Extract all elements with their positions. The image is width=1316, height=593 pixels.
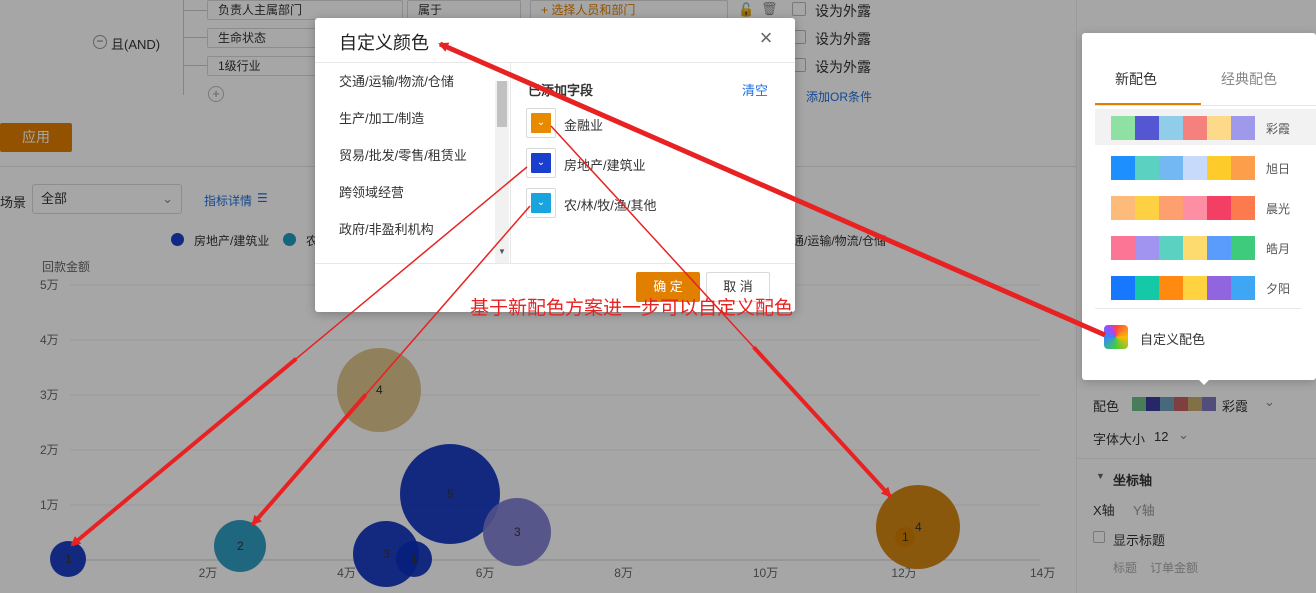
color-swatch <box>1111 116 1135 140</box>
color-swatch <box>1159 196 1183 220</box>
tab-new-colors[interactable]: 新配色 <box>1115 69 1157 89</box>
category-item[interactable]: 政府/非盈利机构 <box>315 211 510 248</box>
category-item[interactable]: 跨领域经营 <box>315 174 510 211</box>
custom-color-label[interactable]: 自定义配色 <box>1140 329 1205 348</box>
scheme-name: 皓月 <box>1266 242 1291 256</box>
color-swatch <box>1135 236 1159 260</box>
color-swatch <box>1159 276 1183 300</box>
tab-classic-colors[interactable]: 经典配色 <box>1221 69 1277 89</box>
color-swatch <box>1135 116 1159 140</box>
annotation-text: 基于新配色方案进一步可以自定义配色 <box>470 298 794 319</box>
category-list: 交通/运输/物流/仓储 生产/加工/制造 贸易/批发/零售/租赁业 跨领域经营 … <box>315 63 510 263</box>
color-swatch <box>1135 156 1159 180</box>
color-swatch <box>1183 116 1207 140</box>
color-swatch <box>1183 276 1207 300</box>
color-swatch <box>1135 196 1159 220</box>
clear-link[interactable]: 清空 <box>742 80 768 99</box>
color-swatch <box>1207 196 1231 220</box>
scheme-swatches <box>1111 236 1255 260</box>
scheme-name: 旭日 <box>1266 162 1291 176</box>
scheme-swatches <box>1111 196 1255 220</box>
field-label: 农/林/牧/渔/其他 <box>564 198 657 213</box>
custom-color-icon[interactable] <box>1104 325 1128 349</box>
color-swatch-button[interactable]: ⌄ <box>526 108 556 138</box>
color-swatch <box>1207 116 1231 140</box>
category-item[interactable]: 交通/运输/物流/仓储 <box>315 63 510 100</box>
tab-divider <box>1095 105 1316 106</box>
color-swatch <box>1231 156 1255 180</box>
scrollbar-thumb[interactable] <box>497 81 507 127</box>
scheme-option[interactable]: 皓月 <box>1095 229 1316 265</box>
scheme-option[interactable]: 旭日 <box>1095 149 1316 185</box>
color-swatch <box>1207 156 1231 180</box>
field-label: 房地产/建筑业 <box>564 158 646 173</box>
color-swatch <box>1111 196 1135 220</box>
scroll-down-icon[interactable]: ▼ <box>498 247 506 256</box>
category-item[interactable]: 贸易/批发/零售/租赁业 <box>315 137 510 174</box>
close-icon[interactable]: × <box>756 27 776 49</box>
color-swatch <box>1207 236 1231 260</box>
color-swatch <box>1231 196 1255 220</box>
color-swatch <box>1183 156 1207 180</box>
color-swatch <box>1231 276 1255 300</box>
scheme-swatches <box>1111 156 1255 180</box>
color-swatch <box>1183 196 1207 220</box>
scheme-swatches <box>1111 276 1255 300</box>
custom-color-dialog: 自定义颜色 × 交通/运输/物流/仓储 生产/加工/制造 贸易/批发/零售/租赁… <box>315 18 795 312</box>
color-scheme-popover: 新配色 经典配色 彩霞 旭日 晨光 皓月 夕阳 自定义配色 <box>1082 33 1316 380</box>
color-swatch <box>1183 236 1207 260</box>
scheme-name: 彩霞 <box>1266 122 1291 136</box>
scheme-name: 夕阳 <box>1266 282 1291 296</box>
chevron-down-icon: ⌄ <box>531 113 551 133</box>
color-swatch <box>1111 156 1135 180</box>
scheme-option[interactable]: 夕阳 <box>1095 269 1316 305</box>
color-swatch-button[interactable]: ⌄ <box>526 188 556 218</box>
scheme-option[interactable]: 晨光 <box>1095 189 1316 225</box>
color-swatch <box>1231 236 1255 260</box>
divider <box>1095 308 1301 309</box>
color-swatch <box>1159 156 1183 180</box>
active-tab-indicator <box>1095 103 1201 105</box>
scheme-swatches <box>1111 116 1255 140</box>
color-swatch <box>1159 236 1183 260</box>
added-fields-title: 已添加字段 <box>528 83 594 98</box>
dialog-title: 自定义颜色 <box>339 33 429 53</box>
scheme-name: 晨光 <box>1266 202 1291 216</box>
color-swatch <box>1207 276 1231 300</box>
popover-arrow <box>1197 378 1211 385</box>
color-swatch <box>1111 276 1135 300</box>
color-swatch <box>1159 116 1183 140</box>
color-swatch <box>1231 116 1255 140</box>
divider <box>510 63 511 263</box>
color-swatch <box>1111 236 1135 260</box>
color-swatch-button[interactable]: ⌄ <box>526 148 556 178</box>
scheme-option[interactable]: 彩霞 <box>1095 109 1316 145</box>
divider <box>315 263 795 264</box>
color-swatch <box>1135 276 1159 300</box>
chevron-down-icon: ⌄ <box>531 153 551 173</box>
field-label: 金融业 <box>564 118 604 133</box>
chevron-down-icon: ⌄ <box>531 193 551 213</box>
category-item[interactable]: 生产/加工/制造 <box>315 100 510 137</box>
